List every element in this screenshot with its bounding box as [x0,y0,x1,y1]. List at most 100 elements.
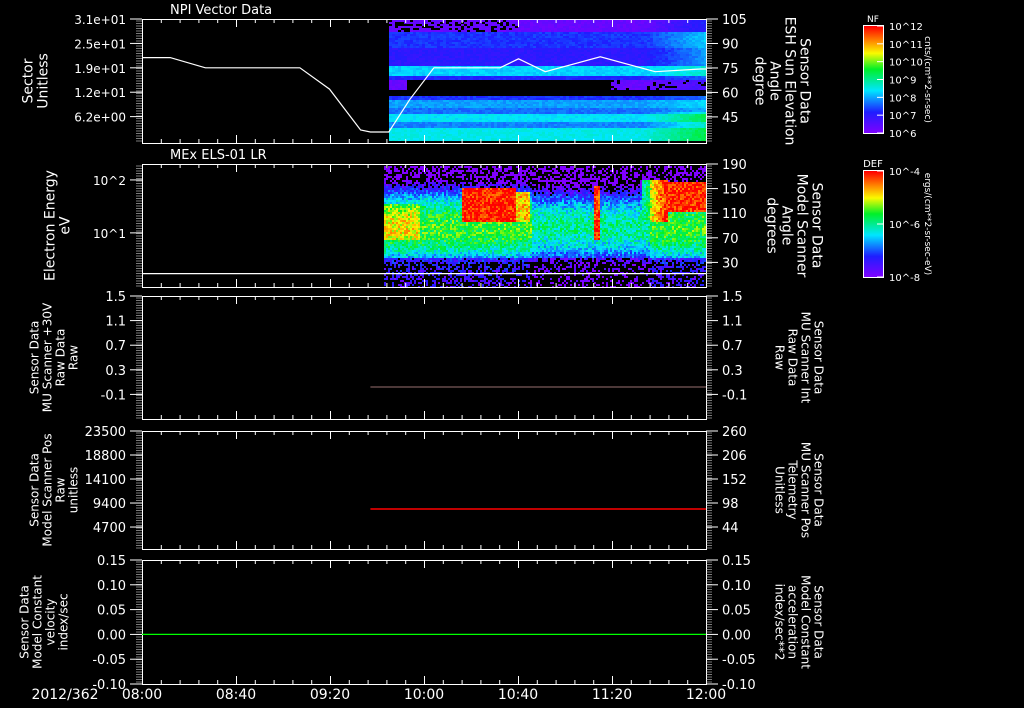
y-right-tick-label: 260 [722,425,747,440]
y-right-tick-label: 90 [722,37,739,52]
y-tick-label: 9400 [93,497,126,512]
y-right-axis-label: MU Scanner Pos [799,442,813,538]
panel-4: 23500 18800 14100 9400 4700 260 206 152 98 44 Sens… [28,425,826,550]
series-line [142,56,706,133]
colorbar-units: cnts/(cm**2-sr-sec) [922,36,932,123]
y-right-tick-label: 206 [722,449,747,464]
y-right-axis-label: Angle [779,206,795,246]
y-right-tick-label: -0.10 [722,678,756,693]
y-tick-label: 3.1e+01 [74,13,126,27]
y-right-axis-label: ESH Sun Elevation [782,17,798,146]
y-right-tick-label: 0.3 [722,364,743,379]
y-right-axis-label: Angle [767,61,783,101]
y-right-tick-label: 45 [722,111,739,126]
y-right-tick-label: 1.5 [722,290,743,305]
colorbar-title: NF [867,15,879,25]
panel-title: MEx ELS-01 LR [170,148,267,163]
panel-3: 1.5 1.1 0.7 0.3 -0.1 1.5 1.1 0.7 0.3 -0.1 Sensor D… [28,290,826,420]
y-axis-label: Sensor Data [28,321,42,395]
y-tick-label: 0.00 [97,628,126,643]
y-tick-label: 6.2e+00 [74,111,126,125]
panel-frame [142,560,707,685]
y-right-tick-label: -0.05 [722,653,756,668]
y-right-axis-label: Telemetry [786,459,800,519]
y-tick-label: 14100 [85,473,126,488]
colorbar-tick-label: 10^7 [889,111,916,122]
y-tick-label: 0.15 [97,554,126,569]
panel-frame [142,296,707,420]
y-right-tick-label: 30 [722,256,739,271]
time-tick-label: 09:20 [310,687,350,703]
y-axis-label: Raw [54,477,68,502]
y-right-tick-label: 0.05 [722,604,751,619]
y-tick-label: 18800 [85,449,126,464]
y-tick-label: 1.9e+01 [74,62,126,76]
y-axis-label: Electron Energy [43,170,59,281]
colorbar-tick-label: 10^10 [889,58,923,69]
y-right-axis-label: Sensor Data [797,38,813,124]
panel-frame [142,431,707,550]
y-right-tick-label: 98 [722,497,739,512]
y-tick-label: 0.3 [105,364,126,379]
colorbar-tick-label: 10^12 [889,22,923,33]
y-right-axis-label: Model Scanner [794,174,810,278]
panel-frame [142,19,707,144]
y-tick-label: 1.1 [105,315,126,330]
y-tick-label: 10^2 [93,174,126,188]
y-tick-label: -0.05 [92,653,126,668]
y-axis-label: Sector [21,58,37,103]
time-tick-label: 12:00 [686,687,726,703]
y-right-axis-label: Sensor Data [812,321,826,395]
y-right-tick-label: 1.1 [722,315,743,330]
y-axis-label: Model Constant [31,575,45,669]
colorbar-title: DEF [863,159,883,170]
y-right-axis-label: Unitless [773,466,787,514]
y-right-tick-label: 152 [722,473,747,488]
colorbar-tick-label: 10^11 [889,40,923,51]
y-right-axis-label: index/sec**2 [773,584,787,661]
y-axis-label: Unitless [36,53,52,109]
panel-2: MEx ELS-01 LR 10^2 10^1 190 150 110 70 30 Electr… [43,148,825,288]
time-tick-label: 08:00 [122,687,162,703]
y-tick-label: 4700 [93,521,126,536]
panel-frame [142,164,707,288]
time-tick-label: 11:20 [592,687,632,703]
panel-title: NPI Vector Data [170,3,272,18]
y-right-tick-label: 60 [722,86,739,101]
colorbar-tick-label: 10^9 [889,76,916,87]
y-tick-label: -0.1 [101,388,126,403]
y-right-axis-label: Raw Data [786,329,800,387]
y-right-axis-label: MU Scanner Int [799,312,813,404]
y-right-tick-label: 75 [722,62,739,77]
y-right-axis-label: degree [752,56,768,105]
colorbar-units: ergs/(cm**2-sr-sec-eV) [922,173,932,275]
y-right-axis-label: Sensor Data [812,585,826,659]
y-right-tick-label: 70 [722,232,739,247]
y-right-tick-label: 150 [722,183,747,198]
y-right-tick-label: 0.7 [722,339,743,354]
y-axis-label: Raw Data [54,329,68,387]
panel-5: 0.15 0.10 0.05 0.00 -0.05 -0.10 0.15 0.10 0.05 0.… [18,554,826,693]
y-right-axis-label: Sensor Data [809,183,825,269]
date-label: 2012/362 [31,687,98,703]
y-axis-label: Model Scanner Pos [41,433,55,546]
y-right-axis-label: Sensor Data [812,453,826,527]
y-axis-label: eV [58,216,74,235]
colorbar-tick-label: 10^8 [889,93,916,104]
y-right-axis-label: Raw [773,345,787,370]
y-axis-label: Sensor Data [28,453,42,527]
y-tick-label: 1.2e+01 [74,86,126,100]
y-right-tick-label: 0.10 [722,579,751,594]
y-right-tick-label: 0.15 [722,554,751,569]
y-axis-label: Raw [67,345,81,370]
time-tick-label: 10:40 [498,687,538,703]
y-axis-label: MU Scanner +30V [41,302,55,412]
colorbar-tick-label: 10^-4 [889,167,920,178]
y-right-axis-label: Model Constant [799,575,813,669]
y-tick-label: 23500 [85,425,126,440]
plot-window: NF 10^12 10^11 10^10 10^9 10^8 10^7 10^6 cnts/(c… [0,0,1024,708]
y-right-tick-label: 190 [722,158,747,173]
y-axis-label: index/sec [57,593,71,650]
y-tick-label: 1.5 [105,290,126,305]
colorbar-tick-label: 10^6 [889,129,916,140]
